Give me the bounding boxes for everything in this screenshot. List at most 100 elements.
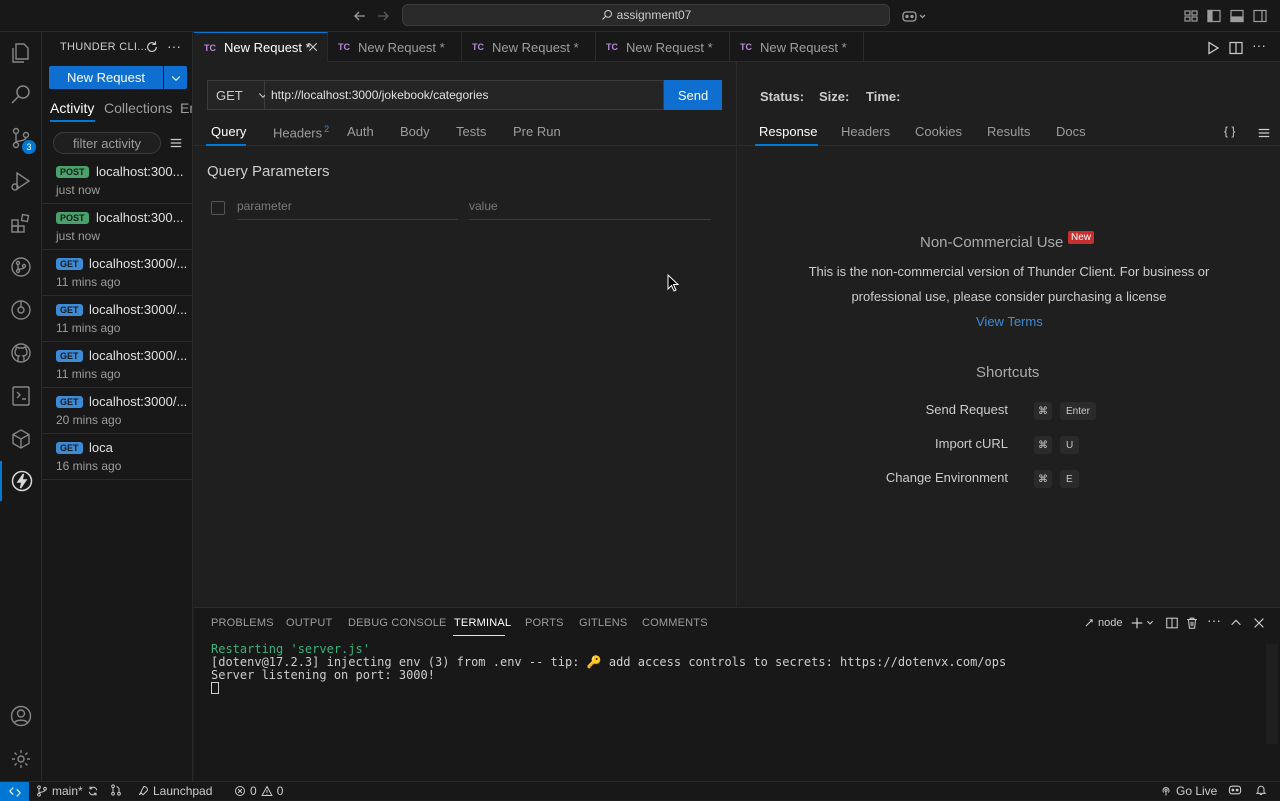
send-button[interactable]: Send xyxy=(664,80,722,110)
gitlens-icon[interactable] xyxy=(0,290,42,330)
panel-tab-gitlens[interactable]: GITLENS xyxy=(579,617,627,629)
tab-collections[interactable]: Collections xyxy=(104,100,172,116)
tab-query[interactable]: Query xyxy=(211,124,246,139)
tab-headers[interactable]: Headers xyxy=(841,124,890,139)
source-control-icon[interactable]: 3 xyxy=(0,118,42,158)
remote-indicator-icon[interactable] xyxy=(0,782,29,801)
terminal-selector[interactable]: node xyxy=(1084,617,1122,629)
new-request-button[interactable]: New Request xyxy=(49,66,163,89)
history-item[interactable]: POST localhost:300... just now xyxy=(42,204,192,250)
parameter-input[interactable]: parameter xyxy=(237,199,458,220)
maximize-panel-chevron-up-icon[interactable] xyxy=(1229,616,1243,630)
toggle-secondary-sidebar-icon[interactable] xyxy=(1252,8,1268,24)
back-arrow-icon[interactable] xyxy=(352,8,368,24)
editor-tab[interactable]: TC New Request * xyxy=(328,32,462,62)
method-select[interactable]: GET xyxy=(207,80,267,110)
history-item[interactable]: GET loca 16 mins ago xyxy=(42,434,192,480)
thunder-client-icon[interactable] xyxy=(0,461,42,501)
panel-tab-ports[interactable]: PORTS xyxy=(525,617,564,629)
notifications-bell-icon[interactable] xyxy=(1255,784,1267,796)
panel-tab-debug-console[interactable]: DEBUG CONSOLE xyxy=(348,617,447,629)
trash-icon[interactable] xyxy=(1185,616,1199,630)
toggle-panel-icon[interactable] xyxy=(1229,8,1245,24)
git-graph-icon[interactable] xyxy=(0,247,42,287)
remote-explorer-icon[interactable] xyxy=(0,376,42,416)
thunder-client-tab-icon: TC xyxy=(740,42,752,52)
tab-cookies[interactable]: Cookies xyxy=(915,124,962,139)
refresh-icon[interactable] xyxy=(145,40,159,54)
go-live-button[interactable]: Go Live xyxy=(1160,784,1217,798)
panel-tab-terminal[interactable]: TERMINAL xyxy=(454,617,511,629)
pull-requests-icon[interactable] xyxy=(110,784,122,796)
editor-tab[interactable]: TC New Request * xyxy=(596,32,730,62)
run-debug-icon[interactable] xyxy=(0,161,42,201)
tab-results[interactable]: Results xyxy=(987,124,1030,139)
close-icon[interactable] xyxy=(307,41,319,53)
editor-tab[interactable]: TC New Request * xyxy=(194,32,328,62)
tab-pre-run[interactable]: Pre Run xyxy=(513,124,561,139)
panel-tab-comments[interactable]: COMMENTS xyxy=(642,617,708,629)
branch-indicator[interactable]: main* xyxy=(36,784,99,798)
tab-body[interactable]: Body xyxy=(400,124,430,139)
copilot-status-icon[interactable] xyxy=(1228,784,1242,796)
panel-tab-output[interactable]: OUTPUT xyxy=(286,617,332,629)
editor-tab[interactable]: TC New Request * xyxy=(462,32,596,62)
format-braces-icon[interactable]: { } xyxy=(1224,124,1235,138)
terminal-scrollbar[interactable] xyxy=(1266,644,1278,744)
request-pane: GET http://localhost:3000/jokebook/categ… xyxy=(194,62,737,607)
command-center-search[interactable]: assignment07 xyxy=(402,4,890,26)
menu-icon[interactable] xyxy=(1257,126,1271,140)
explorer-icon[interactable] xyxy=(0,33,42,73)
active-tab-indicator xyxy=(755,144,818,146)
notice-title: Non-Commercial Use xyxy=(920,234,1064,251)
history-url: loca xyxy=(89,440,113,455)
history-time: just now xyxy=(56,183,101,197)
history-item[interactable]: POST localhost:300... just now xyxy=(42,158,192,204)
split-editor-icon[interactable] xyxy=(1228,40,1244,56)
toggle-primary-sidebar-icon[interactable] xyxy=(1206,8,1222,24)
forward-arrow-icon[interactable] xyxy=(375,8,391,24)
more-actions-icon[interactable]: ··· xyxy=(167,38,181,54)
problems-indicator[interactable]: 0 0 xyxy=(234,784,283,798)
tab-tests[interactable]: Tests xyxy=(456,124,486,139)
history-item[interactable]: GET localhost:3000/... 11 mins ago xyxy=(42,250,192,296)
containers-icon[interactable] xyxy=(0,419,42,459)
chevron-down-icon[interactable] xyxy=(1145,616,1155,630)
launchpad-button[interactable]: Launchpad xyxy=(137,784,212,798)
thunder-client-tab-icon: TC xyxy=(472,42,484,52)
tab-env[interactable]: En xyxy=(180,100,192,116)
tab-headers[interactable]: Headers 2 xyxy=(273,124,329,140)
value-input[interactable]: value xyxy=(469,199,711,220)
customize-layout-icon[interactable] xyxy=(1183,8,1199,24)
view-terms-link[interactable]: View Terms xyxy=(976,314,1043,329)
history-item[interactable]: GET localhost:3000/... 11 mins ago xyxy=(42,296,192,342)
history-item[interactable]: GET localhost:3000/... 20 mins ago xyxy=(42,388,192,434)
url-input[interactable]: http://localhost:3000/jokebook/categorie… xyxy=(265,80,664,110)
panel-tab-problems[interactable]: PROBLEMS xyxy=(211,617,274,629)
mouse-pointer-icon xyxy=(667,274,679,292)
new-request-dropdown-button[interactable] xyxy=(164,66,187,89)
tab-activity[interactable]: Activity xyxy=(50,100,94,116)
copilot-icon[interactable] xyxy=(901,8,927,24)
split-terminal-icon[interactable] xyxy=(1165,616,1179,630)
editor-tab[interactable]: TC New Request * xyxy=(730,32,864,62)
accounts-icon[interactable] xyxy=(0,696,42,736)
new-terminal-icon[interactable] xyxy=(1130,616,1144,630)
filter-menu-icon[interactable] xyxy=(169,136,183,150)
terminal-output[interactable]: Restarting 'server.js' [dotenv@17.2.3] in… xyxy=(211,643,1006,682)
search-icon[interactable] xyxy=(0,75,42,115)
filter-activity-input[interactable]: filter activity xyxy=(53,132,161,154)
more-actions-icon[interactable]: ··· xyxy=(1252,37,1268,53)
github-icon[interactable] xyxy=(0,333,42,373)
history-time: 11 mins ago xyxy=(56,367,121,381)
tab-auth[interactable]: Auth xyxy=(347,124,374,139)
more-actions-icon[interactable]: ··· xyxy=(1207,612,1221,628)
run-icon[interactable] xyxy=(1205,40,1221,56)
history-item[interactable]: GET localhost:3000/... 11 mins ago xyxy=(42,342,192,388)
close-panel-icon[interactable] xyxy=(1252,616,1266,630)
extensions-icon[interactable] xyxy=(0,204,42,244)
param-checkbox[interactable] xyxy=(211,201,225,215)
tab-response[interactable]: Response xyxy=(759,124,818,139)
manage-gear-icon[interactable] xyxy=(0,739,42,779)
tab-docs[interactable]: Docs xyxy=(1056,124,1086,139)
